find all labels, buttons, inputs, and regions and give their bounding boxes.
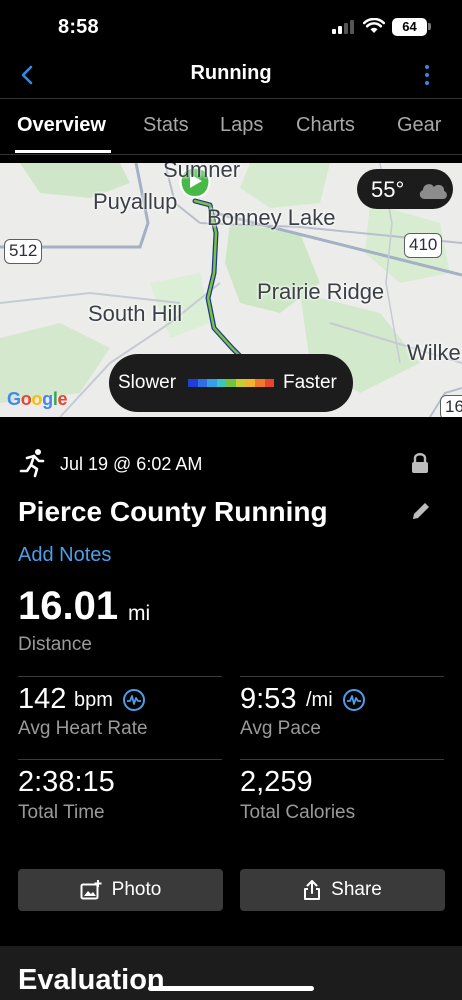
divider xyxy=(18,759,222,760)
cloud-icon xyxy=(419,184,447,199)
status-time: 8:58 xyxy=(58,16,99,38)
calories-value: 2,259 xyxy=(240,766,313,798)
evaluation-section: Evaluation xyxy=(0,946,462,1000)
distance-unit: mi xyxy=(128,602,151,625)
heart-rate-chart-icon[interactable] xyxy=(122,688,146,712)
activity-meta-row: Jul 19 @ 6:02 AM xyxy=(18,448,438,480)
battery-level: 64 xyxy=(392,18,427,36)
running-icon xyxy=(19,449,45,478)
lock-icon[interactable] xyxy=(410,452,430,474)
calories-label: Total Calories xyxy=(240,802,356,823)
heart-rate-unit: bpm xyxy=(74,689,113,711)
pace-chart-icon[interactable] xyxy=(342,688,366,712)
map-label-wilke: Wilke xyxy=(407,340,461,365)
more-options-button[interactable] xyxy=(414,60,440,90)
legend-slower-label: Slower xyxy=(118,372,177,393)
tab-gear[interactable]: Gear xyxy=(397,114,441,137)
map-label-bonney-lake: Bonney Lake xyxy=(207,205,336,230)
edit-pencil-icon[interactable] xyxy=(410,500,432,522)
pace-unit: /mi xyxy=(306,689,333,711)
speed-legend: Slower Faster xyxy=(109,354,353,412)
nav-divider xyxy=(0,98,462,99)
add-photo-icon xyxy=(80,880,102,900)
pace-value: 9:53 xyxy=(240,683,297,715)
add-notes-link[interactable]: Add Notes xyxy=(18,544,111,567)
heart-rate-value: 142 xyxy=(18,683,67,715)
heart-rate-label: Avg Heart Rate xyxy=(18,718,148,739)
route-map[interactable]: Sumner Puyallup Bonney Lake Prairie Ridg… xyxy=(0,163,462,417)
tab-laps[interactable]: Laps xyxy=(220,114,263,137)
google-logo: Google xyxy=(7,389,68,409)
tab-charts[interactable]: Charts xyxy=(296,114,355,137)
distance-label: Distance xyxy=(18,634,92,655)
road-shield-410: 410 xyxy=(404,233,443,258)
weather-badge: 55° xyxy=(357,169,453,209)
map-label-puyallup: Puyallup xyxy=(93,189,178,214)
tabs-divider xyxy=(0,154,462,155)
tab-stats[interactable]: Stats xyxy=(143,114,189,137)
map-label-prairie-ridge: Prairie Ridge xyxy=(257,279,385,304)
status-bar: 8:58 64 xyxy=(0,0,462,54)
divider xyxy=(18,676,222,677)
pace-label: Avg Pace xyxy=(240,718,321,739)
cellular-signal-icon xyxy=(332,20,356,34)
nav-bar: Running xyxy=(0,54,462,96)
tab-overview[interactable]: Overview xyxy=(17,114,106,137)
evaluation-title: Evaluation xyxy=(18,964,165,996)
battery-nub xyxy=(428,23,431,30)
share-button-label: Share xyxy=(331,879,382,900)
map-label-sumner: Sumner xyxy=(163,163,241,182)
activity-title: Pierce County Running xyxy=(18,496,328,527)
tab-bar: Overview Stats Laps Charts Gear xyxy=(0,100,462,154)
share-button[interactable]: Share xyxy=(240,869,445,911)
distance-value: 16.01 xyxy=(18,584,119,628)
active-tab-indicator xyxy=(15,150,111,153)
weather-temperature: 55° xyxy=(371,177,405,202)
map-label-south-hill: South Hill xyxy=(88,301,183,326)
wifi-icon xyxy=(363,18,385,33)
photo-button-label: Photo xyxy=(111,879,162,900)
speed-gradient-bar xyxy=(188,379,275,387)
road-shield-16: 16 xyxy=(440,395,462,417)
total-time-value: 2:38:15 xyxy=(18,766,115,798)
divider xyxy=(240,759,444,760)
home-indicator[interactable] xyxy=(148,986,314,991)
photo-button[interactable]: Photo xyxy=(18,869,223,911)
road-shield-512: 512 xyxy=(4,239,43,264)
activity-date: Jul 19 @ 6:02 AM xyxy=(60,454,203,474)
divider xyxy=(240,676,444,677)
more-vertical-icon xyxy=(425,65,429,69)
total-time-label: Total Time xyxy=(18,802,105,823)
legend-faster-label: Faster xyxy=(283,372,337,393)
page-title: Running xyxy=(190,62,272,84)
share-icon xyxy=(304,880,321,900)
